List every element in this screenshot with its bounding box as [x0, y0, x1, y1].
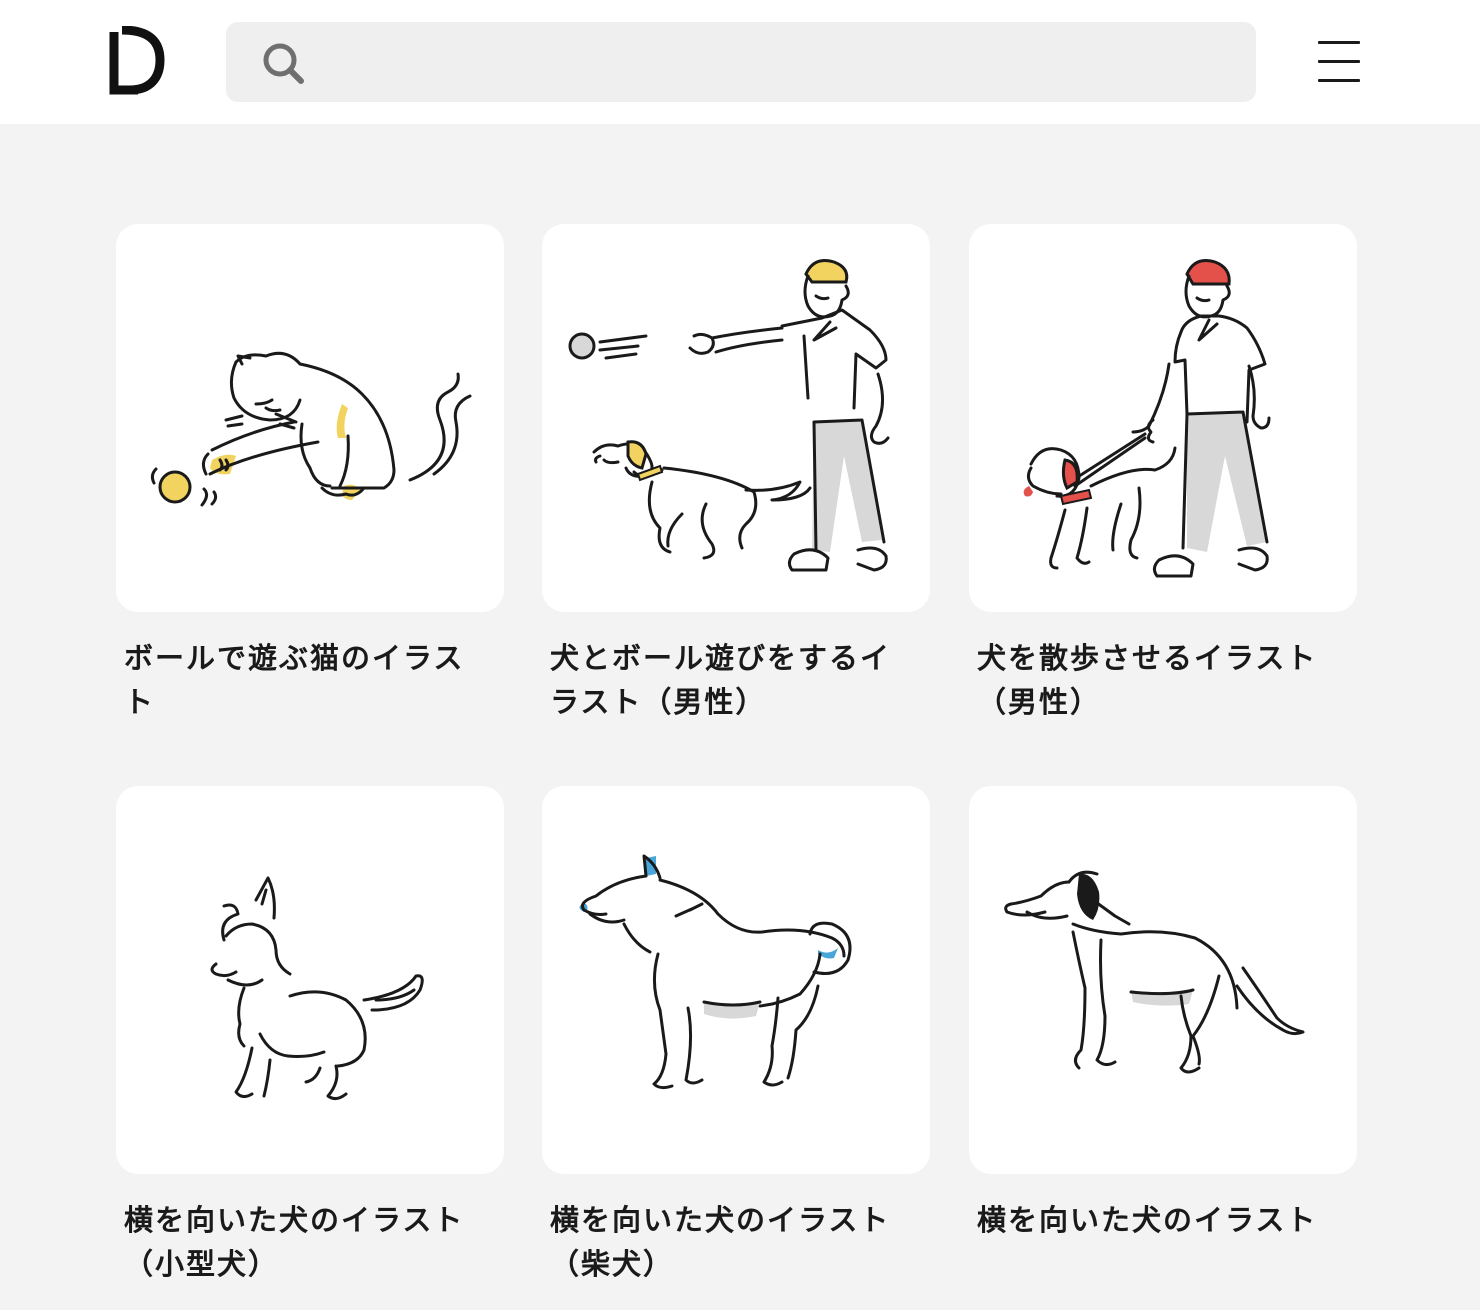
search-icon[interactable] — [260, 40, 306, 86]
site-logo[interactable] — [108, 26, 166, 96]
illustration-card[interactable]: 横を向いた犬のイラスト（小型犬） — [116, 786, 504, 1286]
site-header — [0, 0, 1480, 124]
cat-playing-ball-illustration — [150, 351, 472, 507]
menu-bar — [1318, 60, 1360, 63]
illustration-card[interactable]: ボールで遊ぶ猫のイラスト — [116, 224, 504, 724]
illustration-thumbnail[interactable] — [969, 786, 1357, 1174]
illustration-thumbnail[interactable] — [542, 786, 930, 1174]
shiba-dog-side-illustration — [579, 854, 852, 1090]
menu-bar — [1318, 41, 1360, 44]
card-title[interactable]: 犬とボール遊びをするイラスト（男性） — [542, 636, 930, 724]
illustration-thumbnail[interactable] — [116, 786, 504, 1174]
hamburger-menu-icon[interactable] — [1316, 38, 1364, 88]
man-walking-dog-illustration — [1023, 259, 1271, 578]
search-bar[interactable] — [226, 22, 1256, 102]
illustration-card[interactable]: 犬とボール遊びをするイラスト（男性） — [542, 224, 930, 724]
small-dog-side-illustration — [210, 876, 424, 1101]
illustration-card[interactable]: 横を向いた犬のイラスト（柴犬） — [542, 786, 930, 1286]
card-title[interactable]: 犬を散歩させるイラスト（男性） — [969, 636, 1357, 724]
card-title[interactable]: ボールで遊ぶ猫のイラスト — [116, 636, 504, 724]
menu-bar — [1318, 79, 1360, 82]
illustration-thumbnail[interactable] — [969, 224, 1357, 612]
card-title[interactable]: 横を向いた犬のイラスト（小型犬） — [116, 1198, 504, 1286]
illustration-card[interactable]: 横を向いた犬のイラスト — [969, 786, 1357, 1242]
card-title[interactable]: 横を向いた犬のイラスト — [969, 1198, 1357, 1242]
illustration-thumbnail[interactable] — [542, 224, 930, 612]
illustration-thumbnail[interactable] — [116, 224, 504, 612]
dog-side-illustration — [1004, 870, 1305, 1074]
man-throwing-ball-to-dog-illustration — [568, 259, 890, 572]
illustration-card[interactable]: 犬を散歩させるイラスト（男性） — [969, 224, 1357, 724]
card-title[interactable]: 横を向いた犬のイラスト（柴犬） — [542, 1198, 930, 1286]
